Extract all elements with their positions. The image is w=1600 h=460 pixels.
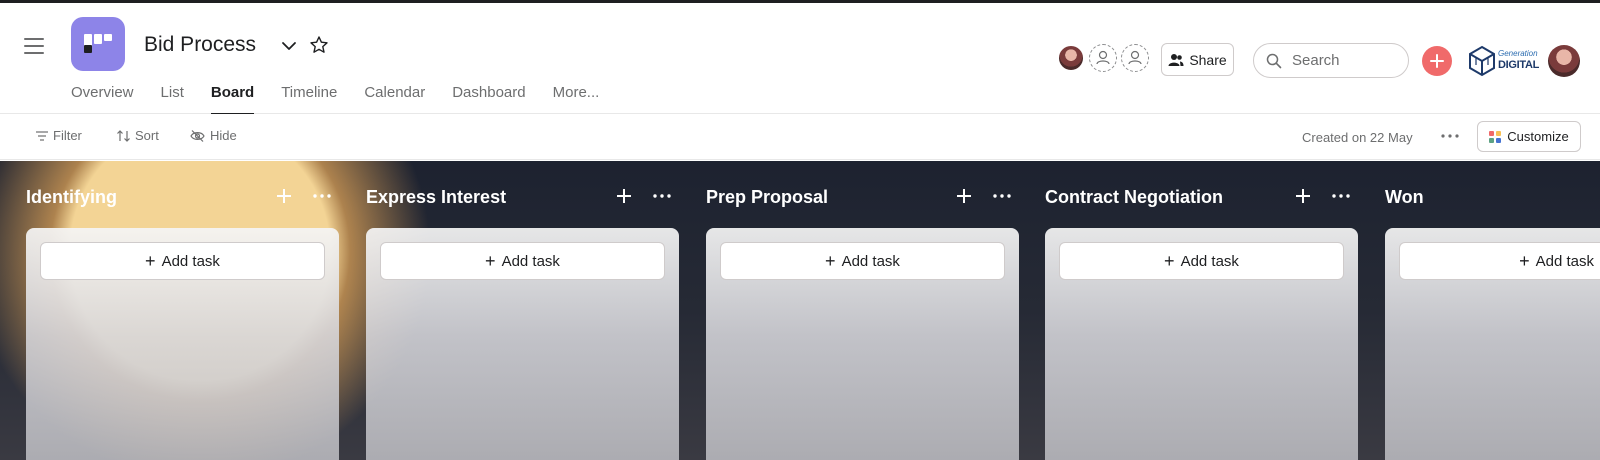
column-header: Express Interest <box>366 185 679 209</box>
hamburger-menu-icon[interactable] <box>24 38 44 54</box>
member-avatar[interactable] <box>1057 44 1085 72</box>
project-members[interactable] <box>1057 44 1149 72</box>
plus-icon <box>1430 54 1444 68</box>
column-title[interactable]: Won <box>1385 187 1424 208</box>
project-board-icon[interactable] <box>71 17 125 71</box>
project-header: Bid Process Overview List Board Timeline… <box>0 3 1600 115</box>
created-date: Created on 22 May <box>1302 130 1413 145</box>
more-options-icon[interactable] <box>1438 128 1462 144</box>
add-task-label: Add task <box>161 252 220 270</box>
tab-more[interactable]: More... <box>553 84 600 114</box>
more-options-icon[interactable] <box>991 185 1013 207</box>
plus-icon: + <box>1519 251 1530 271</box>
column-body: + Add task <box>1045 228 1358 460</box>
column-header: Won <box>1385 185 1600 209</box>
logo-text-bottom: DIGITAL <box>1498 59 1540 71</box>
eye-slash-icon <box>190 129 205 142</box>
more-options-icon[interactable] <box>651 185 673 207</box>
sort-label: Sort <box>135 128 159 143</box>
current-user-avatar[interactable] <box>1548 45 1580 77</box>
board-area: Identifying + Add task Express Interest +… <box>0 161 1600 460</box>
plus-icon[interactable] <box>1292 185 1314 207</box>
empty-member-icon[interactable] <box>1089 44 1117 72</box>
plus-icon: + <box>145 251 156 271</box>
add-task-label: Add task <box>1535 252 1594 270</box>
add-task-button[interactable]: + Add task <box>380 242 665 280</box>
column-header: Prep Proposal <box>706 185 1019 209</box>
share-button[interactable]: Share <box>1161 43 1234 76</box>
board-column: Contract Negotiation + Add task <box>1045 161 1358 460</box>
add-task-button[interactable]: + Add task <box>40 242 325 280</box>
plus-icon[interactable] <box>953 185 975 207</box>
add-task-label: Add task <box>1180 252 1239 270</box>
column-header: Identifying <box>26 185 339 209</box>
board-column: Won + Add task <box>1385 161 1600 460</box>
tab-list[interactable]: List <box>161 84 184 114</box>
board-column: Express Interest + Add task <box>366 161 679 460</box>
plus-icon[interactable] <box>273 185 295 207</box>
customize-button[interactable]: Customize <box>1477 121 1581 152</box>
add-task-label: Add task <box>841 252 900 270</box>
add-task-button[interactable]: + Add task <box>720 242 1005 280</box>
sort-button[interactable]: Sort <box>117 128 159 143</box>
plus-icon: + <box>825 251 836 271</box>
chevron-down-icon[interactable] <box>280 37 298 55</box>
column-title[interactable]: Express Interest <box>366 187 506 208</box>
column-header: Contract Negotiation <box>1045 185 1358 209</box>
filter-button[interactable]: Filter <box>36 128 82 143</box>
column-body: + Add task <box>26 228 339 460</box>
project-tabs: Overview List Board Timeline Calendar Da… <box>71 84 626 115</box>
share-label: Share <box>1189 51 1227 68</box>
filter-icon <box>36 130 48 141</box>
sort-icon <box>117 129 130 142</box>
hide-label: Hide <box>210 128 237 143</box>
global-add-button[interactable] <box>1422 46 1452 76</box>
logo-text-top: Generation <box>1498 49 1538 58</box>
board-column: Identifying + Add task <box>26 161 339 460</box>
board-column: Prep Proposal + Add task <box>706 161 1019 460</box>
plus-icon: + <box>485 251 496 271</box>
add-task-button[interactable]: + Add task <box>1059 242 1344 280</box>
column-body: + Add task <box>1385 228 1600 460</box>
people-icon <box>1168 53 1184 66</box>
search-input[interactable] <box>1292 52 1402 69</box>
hide-button[interactable]: Hide <box>190 128 237 143</box>
plus-icon: + <box>1164 251 1175 271</box>
tab-overview[interactable]: Overview <box>71 84 134 114</box>
more-options-icon[interactable] <box>311 185 333 207</box>
search-box[interactable] <box>1253 43 1409 78</box>
column-body: + Add task <box>706 228 1019 460</box>
customize-grid-icon <box>1489 130 1502 143</box>
add-task-button[interactable]: + Add task <box>1399 242 1600 280</box>
organization-logo[interactable]: Generation DIGITAL <box>1468 45 1540 77</box>
column-title[interactable]: Identifying <box>26 187 117 208</box>
column-title[interactable]: Prep Proposal <box>706 187 828 208</box>
cube-logo-icon <box>1469 45 1495 77</box>
star-icon[interactable] <box>309 35 329 55</box>
filter-label: Filter <box>53 128 82 143</box>
plus-icon[interactable] <box>613 185 635 207</box>
empty-member-icon[interactable] <box>1121 44 1149 72</box>
tab-calendar[interactable]: Calendar <box>364 84 425 114</box>
tab-dashboard[interactable]: Dashboard <box>452 84 525 114</box>
tab-board[interactable]: Board <box>210 84 255 115</box>
search-icon <box>1266 53 1282 68</box>
more-options-icon[interactable] <box>1330 185 1352 207</box>
tab-timeline[interactable]: Timeline <box>281 84 337 114</box>
project-title[interactable]: Bid Process <box>144 33 256 57</box>
column-title[interactable]: Contract Negotiation <box>1045 187 1223 208</box>
column-body: + Add task <box>366 228 679 460</box>
add-task-label: Add task <box>501 252 560 270</box>
customize-label: Customize <box>1507 129 1569 144</box>
view-toolbar: Filter Sort Hide Created on 22 May Custo… <box>0 114 1600 160</box>
